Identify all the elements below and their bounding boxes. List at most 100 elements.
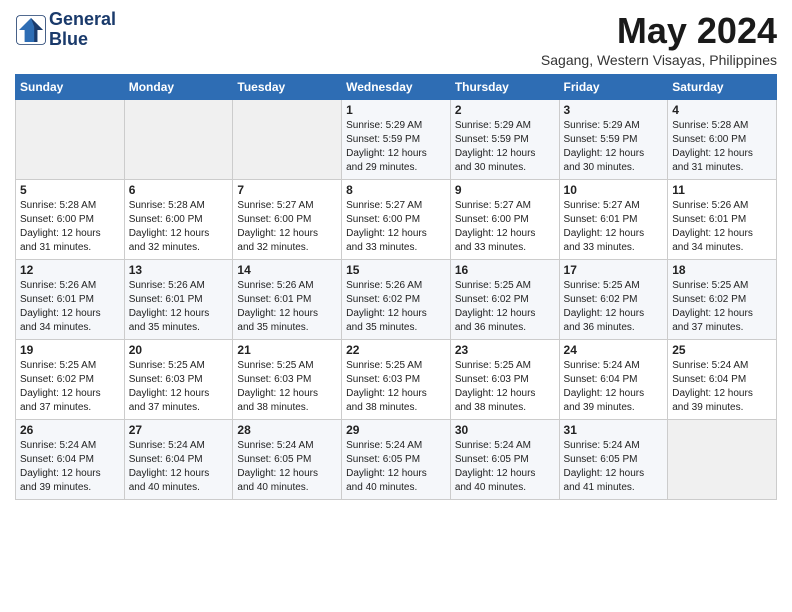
day-number: 13 xyxy=(129,263,229,277)
day-info: Sunrise: 5:27 AMSunset: 6:00 PMDaylight:… xyxy=(455,199,555,255)
calendar-cell xyxy=(668,420,777,500)
calendar-cell: 22Sunrise: 5:25 AMSunset: 6:03 PMDayligh… xyxy=(342,340,451,420)
day-info: Sunrise: 5:24 AMSunset: 6:05 PMDaylight:… xyxy=(237,439,337,495)
calendar-cell: 5 Sunrise: 5:28 AMSunset: 6:00 PMDaylight… xyxy=(16,180,125,260)
calendar-cell: 29 Sunrise: 5:24 AMSunset: 6:05 PMDayligh… xyxy=(342,420,451,500)
day-info: Sunrise: 5:26 AMSunset: 6:01 PMDaylight:… xyxy=(237,279,337,335)
day-number: 2 xyxy=(455,103,555,117)
day-info: Sunrise: 5:28 AMSunset: 6:00 PMDaylight:… xyxy=(20,199,120,255)
calendar-cell: 14Sunrise: 5:26 AMSunset: 6:01 PMDayligh… xyxy=(233,260,342,340)
day-info: Sunrise: 5:25 AMSunset: 6:03 PMDaylight:… xyxy=(346,359,446,415)
day-number: 29 xyxy=(346,423,446,437)
calendar-cell xyxy=(124,100,233,180)
calendar-cell: 20 Sunrise: 5:25 AMSunset: 6:03 PMDayligh… xyxy=(124,340,233,420)
calendar-week-row: 19 Sunrise: 5:25 AMSunset: 6:02 PMDayligh… xyxy=(16,340,777,420)
day-number: 18 xyxy=(672,263,772,277)
day-number: 21 xyxy=(237,343,337,357)
calendar-cell: 10Sunrise: 5:27 AMSunset: 6:01 PMDayligh… xyxy=(559,180,668,260)
day-info: Sunrise: 5:26 AMSunset: 6:01 PMDaylight:… xyxy=(20,279,120,335)
calendar-cell: 8Sunrise: 5:27 AMSunset: 6:00 PMDaylight… xyxy=(342,180,451,260)
calendar-cell: 2 Sunrise: 5:29 AMSunset: 5:59 PMDaylight… xyxy=(450,100,559,180)
day-number: 20 xyxy=(129,343,229,357)
calendar-week-row: 26 Sunrise: 5:24 AMSunset: 6:04 PMDayligh… xyxy=(16,420,777,500)
day-number: 4 xyxy=(672,103,772,117)
day-number: 30 xyxy=(455,423,555,437)
weekday-header-row: SundayMondayTuesdayWednesdayThursdayFrid… xyxy=(16,75,777,100)
calendar-cell: 4Sunrise: 5:28 AMSunset: 6:00 PMDaylight… xyxy=(668,100,777,180)
calendar-cell: 9 Sunrise: 5:27 AMSunset: 6:00 PMDaylight… xyxy=(450,180,559,260)
calendar-cell: 11 Sunrise: 5:26 AMSunset: 6:01 PMDayligh… xyxy=(668,180,777,260)
calendar-cell: 27 Sunrise: 5:24 AMSunset: 6:04 PMDayligh… xyxy=(124,420,233,500)
day-number: 1 xyxy=(346,103,446,117)
day-info: Sunrise: 5:25 AMSunset: 6:03 PMDaylight:… xyxy=(129,359,229,415)
calendar-cell: 16 Sunrise: 5:25 AMSunset: 6:02 PMDayligh… xyxy=(450,260,559,340)
calendar-table: SundayMondayTuesdayWednesdayThursdayFrid… xyxy=(15,74,777,500)
day-info: Sunrise: 5:25 AMSunset: 6:02 PMDaylight:… xyxy=(20,359,120,415)
day-number: 6 xyxy=(129,183,229,197)
calendar-cell: 24 Sunrise: 5:24 AMSunset: 6:04 PMDayligh… xyxy=(559,340,668,420)
calendar-cell: 17Sunrise: 5:25 AMSunset: 6:02 PMDayligh… xyxy=(559,260,668,340)
logo: General Blue xyxy=(15,10,116,50)
day-number: 23 xyxy=(455,343,555,357)
day-info: Sunrise: 5:25 AMSunset: 6:03 PMDaylight:… xyxy=(237,359,337,415)
calendar-cell: 19 Sunrise: 5:25 AMSunset: 6:02 PMDayligh… xyxy=(16,340,125,420)
calendar-week-row: 12 Sunrise: 5:26 AMSunset: 6:01 PMDayligh… xyxy=(16,260,777,340)
weekday-header-cell: Saturday xyxy=(668,75,777,100)
day-number: 19 xyxy=(20,343,120,357)
day-info: Sunrise: 5:25 AMSunset: 6:02 PMDaylight:… xyxy=(455,279,555,335)
day-info: Sunrise: 5:29 AMSunset: 5:59 PMDaylight:… xyxy=(455,119,555,175)
day-number: 3 xyxy=(564,103,664,117)
day-info: Sunrise: 5:24 AMSunset: 6:04 PMDaylight:… xyxy=(564,359,664,415)
logo-icon xyxy=(15,14,47,46)
day-info: Sunrise: 5:26 AMSunset: 6:01 PMDaylight:… xyxy=(129,279,229,335)
day-info: Sunrise: 5:29 AMSunset: 5:59 PMDaylight:… xyxy=(346,119,446,175)
day-info: Sunrise: 5:26 AMSunset: 6:01 PMDaylight:… xyxy=(672,199,772,255)
day-number: 24 xyxy=(564,343,664,357)
calendar-cell: 12 Sunrise: 5:26 AMSunset: 6:01 PMDayligh… xyxy=(16,260,125,340)
day-number: 12 xyxy=(20,263,120,277)
day-number: 31 xyxy=(564,423,664,437)
calendar-cell: 3 Sunrise: 5:29 AMSunset: 5:59 PMDaylight… xyxy=(559,100,668,180)
calendar-cell: 28Sunrise: 5:24 AMSunset: 6:05 PMDayligh… xyxy=(233,420,342,500)
day-info: Sunrise: 5:24 AMSunset: 6:04 PMDaylight:… xyxy=(20,439,120,495)
calendar-body: 1 Sunrise: 5:29 AMSunset: 5:59 PMDaylight… xyxy=(16,100,777,500)
month-title: May 2024 xyxy=(541,10,777,52)
day-number: 15 xyxy=(346,263,446,277)
day-info: Sunrise: 5:25 AMSunset: 6:03 PMDaylight:… xyxy=(455,359,555,415)
day-info: Sunrise: 5:25 AMSunset: 6:02 PMDaylight:… xyxy=(672,279,772,335)
calendar-cell: 21 Sunrise: 5:25 AMSunset: 6:03 PMDayligh… xyxy=(233,340,342,420)
calendar-cell: 15 Sunrise: 5:26 AMSunset: 6:02 PMDayligh… xyxy=(342,260,451,340)
day-number: 11 xyxy=(672,183,772,197)
calendar-cell: 6 Sunrise: 5:28 AMSunset: 6:00 PMDaylight… xyxy=(124,180,233,260)
day-info: Sunrise: 5:24 AMSunset: 6:04 PMDaylight:… xyxy=(672,359,772,415)
calendar-cell: 26 Sunrise: 5:24 AMSunset: 6:04 PMDayligh… xyxy=(16,420,125,500)
weekday-header-cell: Sunday xyxy=(16,75,125,100)
day-number: 25 xyxy=(672,343,772,357)
day-number: 16 xyxy=(455,263,555,277)
day-info: Sunrise: 5:24 AMSunset: 6:05 PMDaylight:… xyxy=(564,439,664,495)
day-info: Sunrise: 5:24 AMSunset: 6:04 PMDaylight:… xyxy=(129,439,229,495)
calendar-week-row: 5 Sunrise: 5:28 AMSunset: 6:00 PMDaylight… xyxy=(16,180,777,260)
day-number: 10 xyxy=(564,183,664,197)
weekday-header-cell: Thursday xyxy=(450,75,559,100)
day-number: 9 xyxy=(455,183,555,197)
calendar-cell xyxy=(16,100,125,180)
day-info: Sunrise: 5:26 AMSunset: 6:02 PMDaylight:… xyxy=(346,279,446,335)
weekday-header-cell: Tuesday xyxy=(233,75,342,100)
calendar-cell: 13 Sunrise: 5:26 AMSunset: 6:01 PMDayligh… xyxy=(124,260,233,340)
day-info: Sunrise: 5:29 AMSunset: 5:59 PMDaylight:… xyxy=(564,119,664,175)
weekday-header-cell: Wednesday xyxy=(342,75,451,100)
day-info: Sunrise: 5:25 AMSunset: 6:02 PMDaylight:… xyxy=(564,279,664,335)
location-subtitle: Sagang, Western Visayas, Philippines xyxy=(541,52,777,68)
day-info: Sunrise: 5:24 AMSunset: 6:05 PMDaylight:… xyxy=(346,439,446,495)
calendar-cell: 18 Sunrise: 5:25 AMSunset: 6:02 PMDayligh… xyxy=(668,260,777,340)
day-info: Sunrise: 5:24 AMSunset: 6:05 PMDaylight:… xyxy=(455,439,555,495)
day-info: Sunrise: 5:28 AMSunset: 6:00 PMDaylight:… xyxy=(129,199,229,255)
day-number: 8 xyxy=(346,183,446,197)
day-number: 27 xyxy=(129,423,229,437)
day-number: 5 xyxy=(20,183,120,197)
day-number: 26 xyxy=(20,423,120,437)
header: General Blue May 2024 Sagang, Western Vi… xyxy=(15,10,777,68)
calendar-cell: 7Sunrise: 5:27 AMSunset: 6:00 PMDaylight… xyxy=(233,180,342,260)
calendar-cell: 25 Sunrise: 5:24 AMSunset: 6:04 PMDayligh… xyxy=(668,340,777,420)
